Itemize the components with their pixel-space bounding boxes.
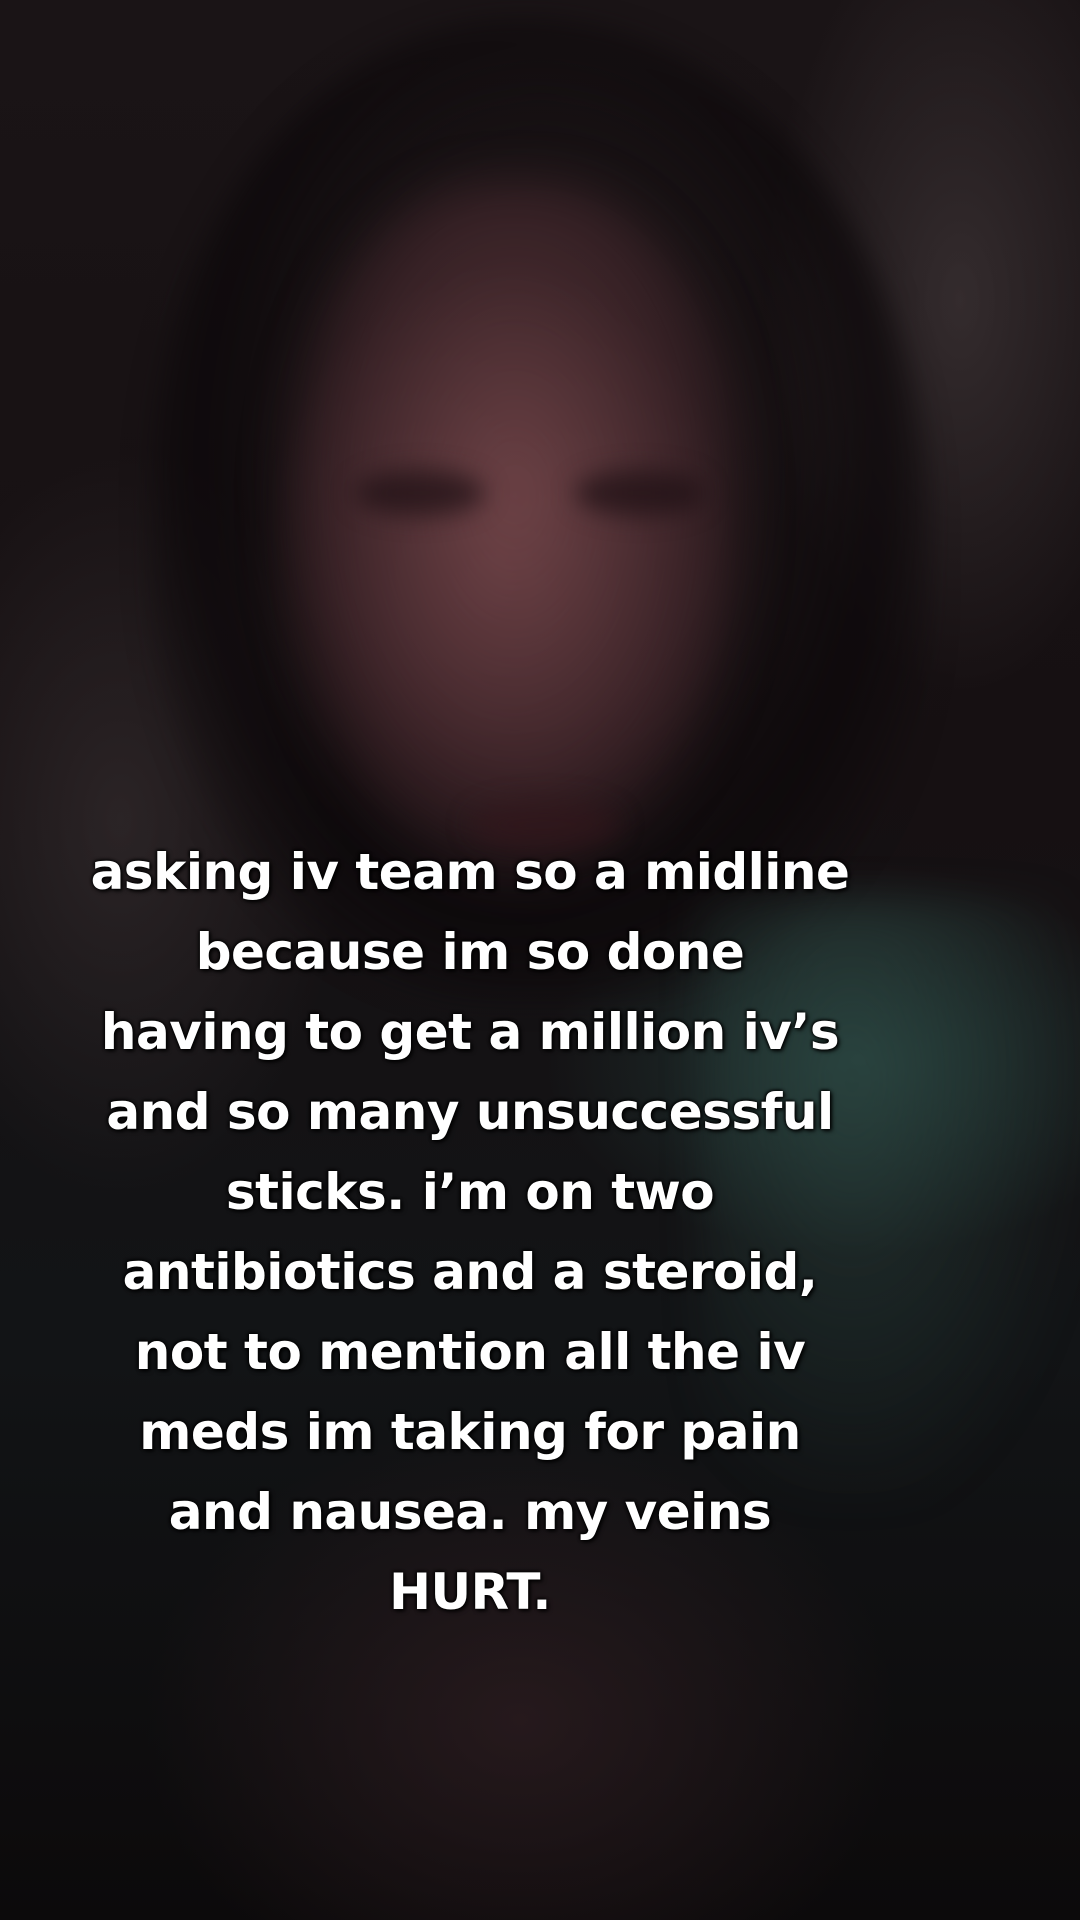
caption-line: antibiotics and a steroid, xyxy=(122,1243,818,1301)
caption-line: and so many unsuccessful xyxy=(106,1083,834,1141)
caption-line: sticks. i’m on two xyxy=(225,1163,715,1221)
blurred-face xyxy=(280,180,750,880)
caption-line: and nausea. my veins xyxy=(168,1483,772,1541)
caption-line: meds im taking for pain xyxy=(139,1403,801,1461)
video-caption: asking iv team so a midline because im s… xyxy=(40,832,900,1632)
left-eye xyxy=(355,470,485,516)
caption-line: having to get a million iv’s xyxy=(100,1003,840,1061)
right-eye xyxy=(575,470,705,516)
caption-line: not to mention all the iv xyxy=(134,1323,806,1381)
caption-line: because im so done xyxy=(195,923,745,981)
caption-line: asking iv team so a midline xyxy=(90,843,850,901)
caption-line: HURT. xyxy=(389,1563,551,1621)
video-frame: asking iv team so a midline because im s… xyxy=(0,0,1080,1920)
